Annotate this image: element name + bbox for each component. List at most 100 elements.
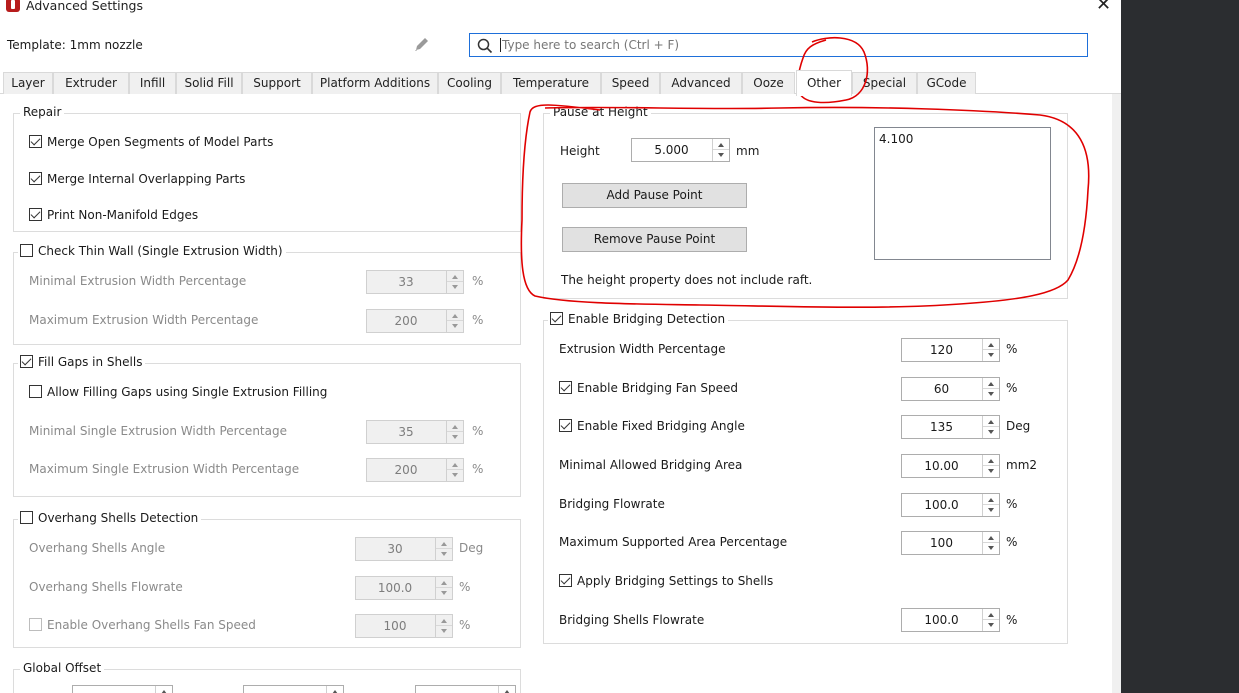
thin-wall-max-spinbox[interactable]: 200 [366,309,464,333]
bridging-max-area-unit: % [1006,535,1018,549]
tab-ooze[interactable]: Ooze [742,72,795,94]
search-placeholder: Type here to search (Ctrl + F) [500,38,680,52]
bridging-apply-shells-checkbox[interactable] [559,574,572,587]
print-nonmanifold-checkbox[interactable] [29,208,42,221]
overhang-angle-unit: Deg [459,541,484,555]
spin-arrows-icon[interactable] [982,339,999,361]
bridging-flow-unit: % [1006,497,1018,511]
bridging-checkbox[interactable] [550,312,563,325]
overhang-checkbox[interactable] [20,511,33,524]
overhang-flow-spinbox[interactable]: 100.0 [355,576,453,600]
thin-wall-min-label: Minimal Extrusion Width Percentage [29,274,247,288]
spin-arrows-icon[interactable] [446,459,463,481]
overhang-fan-checkbox[interactable] [29,618,42,631]
bridging-apply-shells-label: Apply Bridging Settings to Shells [577,574,774,588]
overhang-angle-spinbox[interactable]: 30 [355,537,453,561]
merge-open-label: Merge Open Segments of Model Parts [47,135,274,149]
merge-open-checkbox[interactable] [29,135,42,148]
spin-arrows-icon[interactable] [982,494,999,516]
spin-arrows-icon[interactable] [435,538,452,560]
fill-gaps-max-spinbox[interactable]: 200 [366,458,464,482]
template-label: Template: 1mm nozzle [7,38,143,52]
spin-arrows-icon[interactable] [446,271,463,293]
spin-arrows-icon[interactable] [446,310,463,332]
repair-title: Repair [20,105,65,119]
bridging-angle-spinbox[interactable]: 135 [901,415,1000,439]
bridging-flow-spinbox[interactable]: 100.0 [901,493,1000,517]
pencil-icon[interactable] [412,36,432,54]
bridging-angle-checkbox[interactable] [559,419,572,432]
thin-wall-min-spinbox[interactable]: 33 [366,270,464,294]
fill-gaps-min-spinbox[interactable]: 35 [366,420,464,444]
close-icon[interactable]: ✕ [1096,0,1111,14]
pause-point-item[interactable]: 4.100 [879,132,913,146]
spin-arrows-icon[interactable] [435,615,452,637]
pause-points-list[interactable]: 4.100 [874,127,1051,260]
pause-height-label: Height [560,144,600,158]
tab-extruder[interactable]: Extruder [53,72,129,94]
global-offset-y-spinbox[interactable] [243,685,344,693]
add-pause-point-button[interactable]: Add Pause Point [562,183,747,208]
spin-arrows-icon[interactable] [982,416,999,438]
overhang-header: Overhang Shells Detection [18,511,202,525]
spin-arrows-icon[interactable] [446,421,463,443]
bridging-fan-label: Enable Bridging Fan Speed [577,381,738,395]
spin-arrows-icon[interactable] [498,686,515,693]
advanced-settings-window: Advanced Settings ✕ Template: 1mm nozzle… [0,0,1121,693]
bridging-min-area-spinbox[interactable]: 10.00 [901,454,1000,478]
bridging-shells-flow-unit: % [1006,613,1018,627]
bridging-fan-spinbox[interactable]: 60 [901,377,1000,401]
fill-gaps-min-unit: % [472,424,484,438]
spin-arrows-icon[interactable] [155,686,172,693]
spin-arrows-icon[interactable] [982,609,999,631]
app-icon [6,0,20,12]
spin-arrows-icon[interactable] [982,378,999,400]
tab-solid-fill[interactable]: Solid Fill [176,72,242,94]
thin-wall-max-label: Maximum Extrusion Width Percentage [29,313,259,327]
tab-temperature[interactable]: Temperature [501,72,601,94]
fill-gaps-max-label: Maximum Single Extrusion Width Percentag… [29,462,300,476]
pause-note: The height property does not include raf… [561,273,813,287]
tab-layer[interactable]: Layer [3,72,53,94]
tab-platform-additions[interactable]: Platform Additions [312,72,438,94]
bridging-fan-checkbox[interactable] [559,381,572,394]
tab-gcode[interactable]: GCode [917,72,976,94]
bridging-fan-unit: % [1006,381,1018,395]
bridging-header: Enable Bridging Detection [548,312,729,326]
window-title: Advanced Settings [26,0,143,13]
global-offset-z-spinbox[interactable] [415,685,516,693]
tab-infill[interactable]: Infill [129,72,176,94]
thin-wall-checkbox[interactable] [20,244,33,257]
spin-arrows-icon[interactable] [982,532,999,554]
spin-arrows-icon[interactable] [712,139,729,161]
pause-height-spinbox[interactable]: 5.000 [631,138,730,162]
spin-arrows-icon[interactable] [982,455,999,477]
allow-single-extrusion-label: Allow Filling Gaps using Single Extrusio… [47,385,328,399]
allow-single-extrusion-checkbox[interactable] [29,385,42,398]
thin-wall-title: Check Thin Wall (Single Extrusion Width) [38,244,283,258]
overhang-fan-spinbox[interactable]: 100 [355,614,453,638]
tab-advanced[interactable]: Advanced [660,72,742,94]
overhang-angle-label: Overhang Shells Angle [29,541,166,555]
bridging-ext-width-spinbox[interactable]: 120 [901,338,1000,362]
search-input[interactable]: Type here to search (Ctrl + F) [469,33,1088,57]
spin-arrows-icon[interactable] [435,577,452,599]
tab-special[interactable]: Special [852,72,917,94]
bridging-max-area-spinbox[interactable]: 100 [901,531,1000,555]
thin-wall-min-unit: % [472,274,484,288]
tab-cooling[interactable]: Cooling [438,72,501,94]
pause-title: Pause at Height [550,105,651,119]
merge-internal-checkbox[interactable] [29,172,42,185]
pause-height-unit: mm [736,144,760,158]
bridging-shells-flow-spinbox[interactable]: 100.0 [901,608,1000,632]
remove-pause-point-button[interactable]: Remove Pause Point [562,227,747,252]
spin-arrows-icon[interactable] [326,686,343,693]
tab-support[interactable]: Support [242,72,312,94]
global-offset-x-spinbox[interactable] [72,685,173,693]
thin-wall-header: Check Thin Wall (Single Extrusion Width) [18,244,286,258]
bridging-angle-label: Enable Fixed Bridging Angle [577,419,745,433]
fill-gaps-checkbox[interactable] [20,355,33,368]
overhang-flow-label: Overhang Shells Flowrate [29,580,183,594]
tab-speed[interactable]: Speed [601,72,660,94]
tab-other[interactable]: Other [796,70,852,96]
